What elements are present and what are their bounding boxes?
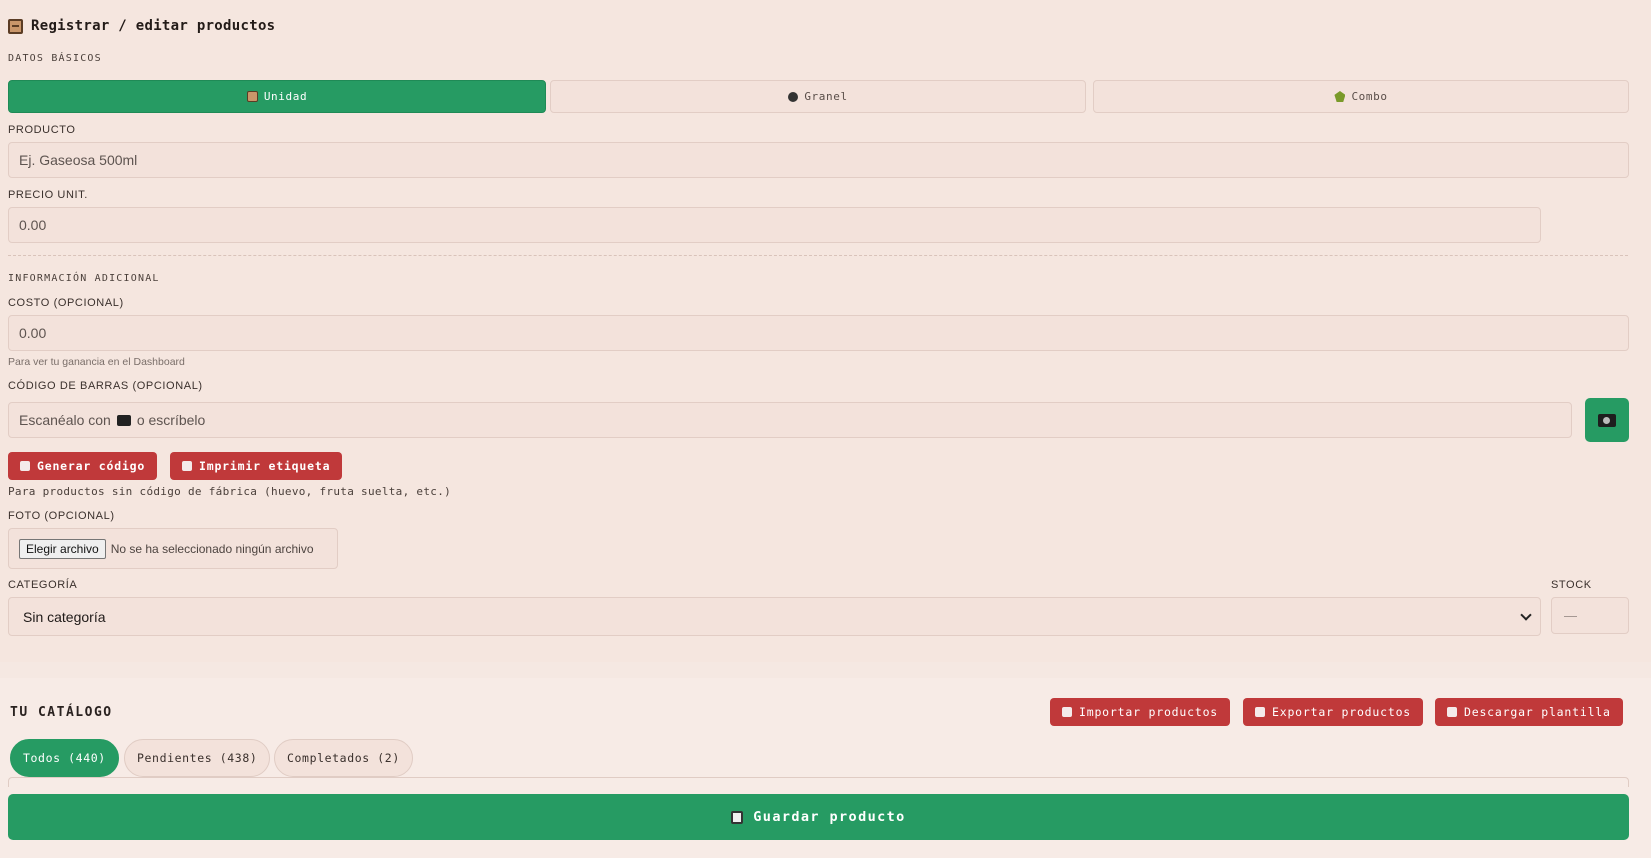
- print-label-button[interactable]: Imprimir etiqueta: [170, 452, 343, 480]
- category-select[interactable]: Sin categoría: [8, 597, 1541, 636]
- tab-unidad[interactable]: Unidad: [8, 80, 546, 113]
- tab-label: Combo: [1351, 90, 1388, 103]
- print-label-text: Imprimir etiqueta: [199, 459, 331, 473]
- tab-combo[interactable]: Combo: [1093, 80, 1629, 113]
- barcode-hint: Para productos sin código de fábrica (hu…: [8, 485, 452, 498]
- chevron-down-icon: [1520, 608, 1532, 621]
- catalog-title: TU CATÁLOGO: [10, 705, 113, 720]
- download-template-button[interactable]: Descargar plantilla: [1435, 698, 1623, 726]
- photo-label: FOTO (OPCIONAL): [8, 510, 115, 522]
- save-icon: [731, 810, 744, 824]
- import-products-button[interactable]: Importar productos: [1050, 698, 1231, 726]
- filter-pendientes[interactable]: Pendientes (438): [124, 739, 271, 777]
- product-name-input[interactable]: Ej. Gaseosa 500ml: [8, 142, 1629, 178]
- save-label: Guardar producto: [753, 809, 906, 825]
- export-products-button[interactable]: Exportar productos: [1243, 698, 1424, 726]
- barcode-placeholder-end: o escríbelo: [136, 412, 206, 428]
- photo-file-input[interactable]: Elegir archivo No se ha seleccionado nin…: [8, 528, 338, 569]
- stock-label: STOCK: [1551, 579, 1592, 591]
- page-title: Registrar / editar productos: [31, 18, 276, 34]
- file-status: No se ha seleccionado ningún archivo: [110, 541, 314, 556]
- tab-granel[interactable]: Granel: [550, 80, 1086, 113]
- cost-input[interactable]: 0.00: [8, 315, 1629, 351]
- save-product-button[interactable]: Guardar producto: [8, 794, 1629, 840]
- gear-icon: [20, 461, 30, 471]
- section-title-additional: INFORMACIÓN ADICIONAL: [8, 273, 160, 284]
- document-icon: [1447, 707, 1457, 717]
- choose-file-button[interactable]: Elegir archivo: [19, 538, 106, 559]
- import-label: Importar productos: [1079, 705, 1219, 719]
- upload-icon: [1062, 707, 1072, 717]
- template-label: Descargar plantilla: [1464, 705, 1611, 719]
- box-icon: [8, 18, 23, 34]
- combo-icon: [1334, 91, 1346, 102]
- barcode-label: CÓDIGO DE BARRAS (OPCIONAL): [8, 380, 203, 392]
- cost-hint: Para ver tu ganancia en el Dashboard: [8, 356, 185, 368]
- cost-label: COSTO (OPCIONAL): [8, 297, 124, 309]
- printer-icon: [182, 461, 192, 471]
- export-label: Exportar productos: [1272, 705, 1412, 719]
- price-label: PRECIO UNIT.: [8, 189, 88, 201]
- generate-code-button[interactable]: Generar código: [8, 452, 158, 480]
- stock-input[interactable]: —: [1551, 597, 1629, 634]
- box-icon: [246, 91, 258, 102]
- tab-label: Unidad: [263, 90, 308, 103]
- category-label: CATEGORÍA: [8, 579, 78, 591]
- section-divider: [8, 255, 1628, 256]
- barcode-placeholder-start: Escanéalo con: [19, 412, 111, 428]
- category-value: Sin categoría: [23, 608, 106, 625]
- scale-icon: [788, 91, 799, 102]
- catalog-table: [8, 777, 1629, 787]
- product-label: PRODUCTO: [8, 124, 76, 136]
- section-title-basic: DATOS BÁSICOS: [8, 53, 102, 64]
- camera-icon: [1598, 413, 1616, 427]
- download-icon: [1255, 707, 1265, 717]
- tab-label: Granel: [804, 90, 848, 103]
- barcode-input[interactable]: Escanéalo con o escríbelo: [8, 402, 1572, 438]
- filter-todos[interactable]: Todos (440): [10, 739, 119, 777]
- form-header: Registrar / editar productos: [8, 18, 275, 34]
- product-form: Registrar / editar productos DATOS BÁSIC…: [0, 0, 1651, 662]
- scan-barcode-button[interactable]: [1585, 398, 1629, 442]
- generate-code-label: Generar código: [37, 459, 146, 473]
- unit-price-input[interactable]: 0.00: [8, 207, 1541, 243]
- camera-icon: [116, 414, 131, 426]
- filter-completados[interactable]: Completados (2): [274, 739, 413, 777]
